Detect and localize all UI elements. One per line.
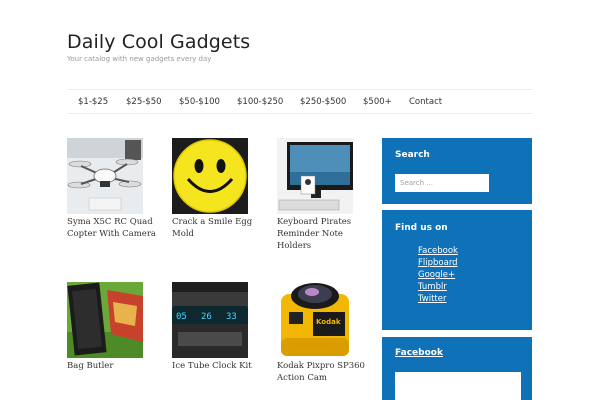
- product-image-egg-mold[interactable]: [172, 138, 248, 214]
- product-title[interactable]: Keyboard Pirates Reminder Note Holders: [277, 216, 369, 252]
- find-us-widget: Find us on Facebook Flipboard Google+ Tu…: [382, 210, 532, 330]
- site-title[interactable]: Daily Cool Gadgets: [67, 31, 250, 53]
- facebook-widget: Facebook: [382, 337, 532, 400]
- search-input[interactable]: [395, 174, 489, 192]
- product-image-bag-butler[interactable]: [67, 282, 143, 358]
- link-facebook[interactable]: Facebook: [418, 246, 458, 256]
- clock-digits-minutes: 26: [201, 312, 212, 322]
- link-tumblr[interactable]: Tumblr: [418, 282, 447, 292]
- product-card: 05 26 33 Ice Tube Clock Kit: [172, 282, 252, 371]
- find-us-widget-title: Find us on: [395, 223, 448, 233]
- product-title[interactable]: Kodak Pixpro SP360 Action Cam: [277, 360, 369, 384]
- product-card: Keyboard Pirates Reminder Note Holders: [277, 138, 357, 251]
- facebook-embed-box: [395, 372, 521, 400]
- product-title[interactable]: Syma X5C RC Quad Copter With Camera: [67, 216, 159, 240]
- clock-digits-seconds: 33: [226, 312, 237, 322]
- site-tagline: Your catalog with new gadgets every day: [67, 55, 212, 63]
- product-image-kodak-camera[interactable]: Kodak: [277, 282, 353, 358]
- product-card: Syma X5C RC Quad Copter With Camera: [67, 138, 156, 239]
- product-card: Bag Butler: [67, 282, 147, 371]
- product-card: Kodak Kodak Pixpro SP360 Action Cam: [277, 282, 365, 383]
- nav-item-100-250[interactable]: $100-$250: [237, 97, 283, 107]
- product-title[interactable]: Ice Tube Clock Kit: [172, 360, 264, 372]
- nav-item-250-500[interactable]: $250-$500: [300, 97, 346, 107]
- search-widget: Search: [382, 138, 532, 204]
- link-flipboard[interactable]: Flipboard: [418, 258, 458, 268]
- main-nav: $1-$25 $25-$50 $50-$100 $100-$250 $250-$…: [67, 89, 533, 114]
- link-google-plus[interactable]: Google+: [418, 270, 455, 280]
- facebook-widget-title[interactable]: Facebook: [395, 348, 443, 358]
- search-widget-title: Search: [395, 150, 430, 160]
- nav-item-contact[interactable]: Contact: [409, 97, 442, 107]
- product-image-drone[interactable]: [67, 138, 143, 214]
- clock-digits-hours: 05: [176, 312, 187, 322]
- product-image-keyboard-pirates[interactable]: [277, 138, 353, 214]
- nav-item-25-50[interactable]: $25-$50: [126, 97, 162, 107]
- product-card: Crack a Smile Egg Mold: [172, 138, 252, 239]
- nav-item-500-plus[interactable]: $500+: [363, 97, 392, 107]
- link-twitter[interactable]: Twitter: [418, 294, 447, 304]
- camera-brand-label: Kodak: [316, 318, 341, 326]
- product-title[interactable]: Crack a Smile Egg Mold: [172, 216, 264, 240]
- nav-item-1-25[interactable]: $1-$25: [78, 97, 108, 107]
- product-image-ice-tube-clock[interactable]: 05 26 33: [172, 282, 248, 358]
- nav-item-50-100[interactable]: $50-$100: [179, 97, 220, 107]
- product-title[interactable]: Bag Butler: [67, 360, 159, 372]
